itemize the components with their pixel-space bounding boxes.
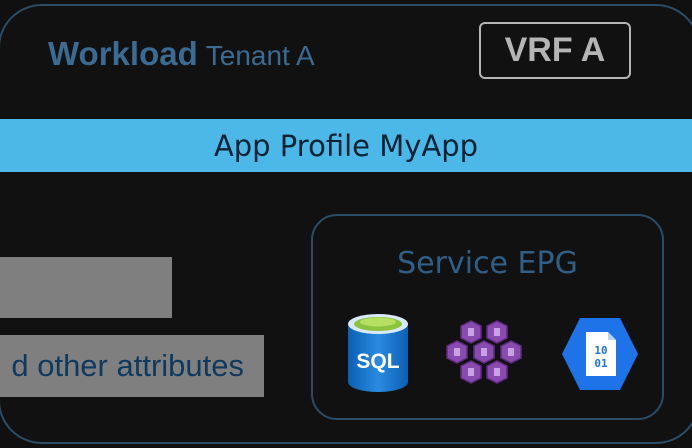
service-epg-container: Service EPG SQL 10 01 [311,214,664,420]
tenant-title: Workload Tenant A [48,34,315,81]
sql-icon-text: SQL [356,350,399,373]
epg-box-upper [0,257,172,318]
tenant-name: Tenant A [205,40,315,71]
epg-box-lower: d other attributes [0,335,264,397]
vrf-badge: VRF A [479,22,631,79]
binary-icon-text-top: 10 [594,344,607,357]
sql-database-icon: SQL [348,314,408,392]
app-profile-bar: App Profile MyApp [0,119,692,172]
kubernetes-cluster-icon [446,320,522,384]
epg-box-lower-label: d other attributes [11,348,244,383]
tenant-title-bold: Workload [48,35,198,72]
binary-icon-text-bottom: 01 [594,357,608,370]
binary-storage-icon: 10 01 [562,318,638,390]
service-epg-label: Service EPG [397,246,578,281]
